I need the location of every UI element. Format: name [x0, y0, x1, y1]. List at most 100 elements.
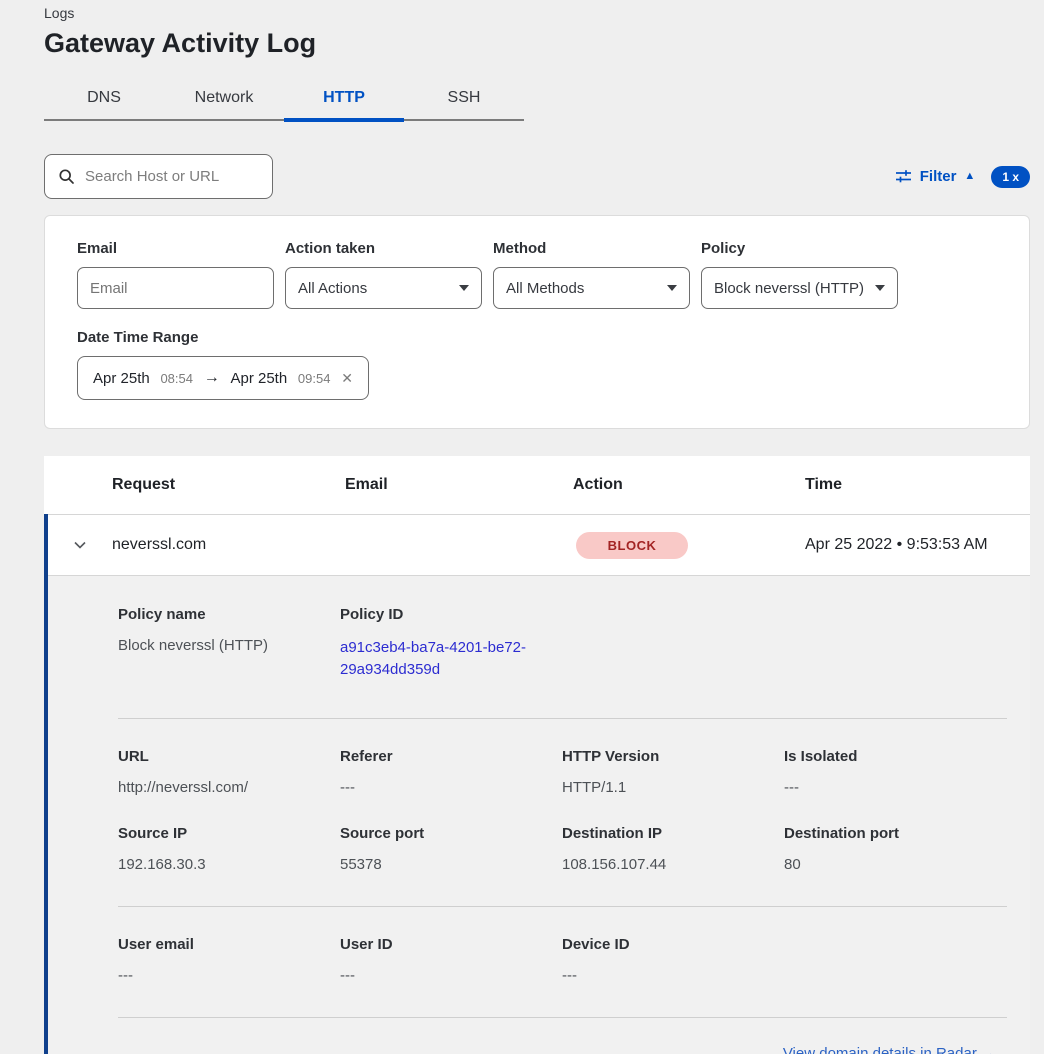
user-id-value: ---	[340, 967, 562, 984]
policy-id-label: Policy ID	[340, 606, 562, 623]
filter-panel: Email Action taken All Actions Method Al…	[44, 215, 1030, 429]
policy-name-field: Policy name Block neverssl (HTTP)	[118, 606, 340, 681]
search-box[interactable]	[44, 154, 273, 199]
http-version-label: HTTP Version	[562, 748, 784, 765]
start-time: 08:54	[160, 371, 193, 386]
http-fields-row: URL http://neverssl.com/ Referer --- HTT…	[118, 719, 1007, 796]
destination-ip-label: Destination IP	[562, 825, 784, 842]
filter-field-email: Email	[77, 240, 274, 309]
http-version-value: HTTP/1.1	[562, 779, 784, 796]
referer-label: Referer	[340, 748, 562, 765]
page-content: Logs Gateway Activity Log DNS Network HT…	[0, 0, 1044, 1054]
tab-http[interactable]: HTTP	[284, 79, 404, 119]
chevron-down-icon	[72, 537, 88, 553]
tab-bar: DNS Network HTTP SSH	[44, 79, 524, 121]
arrow-right-icon: →	[204, 369, 220, 387]
breadcrumb[interactable]: Logs	[44, 0, 1030, 21]
policy-name-label: Policy name	[118, 606, 340, 623]
filter-field-action: Action taken All Actions	[285, 240, 482, 309]
source-port-value: 55378	[340, 856, 562, 873]
url-value: http://neverssl.com/	[118, 779, 340, 796]
search-icon	[58, 168, 75, 185]
email-filter-input[interactable]	[77, 267, 274, 309]
date-range-picker[interactable]: Apr 25th 08:54 → Apr 25th 09:54 ✕	[77, 356, 369, 400]
policy-section: Policy name Block neverssl (HTTP) Policy…	[118, 576, 1007, 718]
activity-log-table: Request Email Action Time neverssl.com B…	[44, 456, 1030, 1054]
network-fields-row: Source IP 192.168.30.3 Source port 55378…	[118, 796, 1007, 906]
tab-dns[interactable]: DNS	[44, 79, 164, 119]
action-filter-value: All Actions	[298, 280, 367, 297]
is-isolated-field: Is Isolated ---	[784, 748, 1006, 796]
destination-port-value: 80	[784, 856, 1006, 873]
end-time: 09:54	[298, 371, 331, 386]
is-isolated-value: ---	[784, 779, 1006, 796]
radar-link[interactable]: View domain details in Radar →	[783, 1045, 996, 1054]
date-range-label: Date Time Range	[77, 329, 999, 346]
policy-filter-label: Policy	[701, 240, 898, 257]
destination-port-label: Destination port	[784, 825, 1006, 842]
action-filter-label: Action taken	[285, 240, 482, 257]
method-filter-value: All Methods	[506, 280, 584, 297]
policy-filter-value: Block neverssl (HTTP)	[714, 280, 864, 297]
row-action-cell: BLOCK	[573, 532, 805, 559]
destination-ip-field: Destination IP 108.156.107.44	[562, 825, 784, 873]
row-details-panel: Policy name Block neverssl (HTTP) Policy…	[48, 575, 1030, 1054]
end-date: Apr 25th	[230, 370, 287, 387]
device-id-field: Device ID ---	[562, 936, 784, 984]
policy-id-field: Policy ID a91c3eb4-ba7a-4201-be72-29a934…	[340, 606, 562, 681]
source-port-field: Source port 55378	[340, 825, 562, 873]
column-header-email: Email	[345, 476, 573, 494]
source-port-label: Source port	[340, 825, 562, 842]
filter-label: Filter	[920, 168, 957, 185]
status-badge: BLOCK	[576, 532, 688, 559]
email-filter-label: Email	[77, 240, 274, 257]
referer-field: Referer ---	[340, 748, 562, 796]
filter-count-badge[interactable]: 1 x	[991, 166, 1030, 188]
user-id-field: User ID ---	[340, 936, 562, 984]
column-header-request: Request	[112, 476, 345, 494]
page-title: Gateway Activity Log	[44, 28, 1030, 59]
user-fields-row: User email --- User ID --- Device ID ---	[118, 907, 1007, 1017]
filter-field-policy: Policy Block neverssl (HTTP)	[701, 240, 898, 309]
policy-filter-select[interactable]: Block neverssl (HTTP)	[701, 267, 898, 309]
caret-down-icon	[667, 285, 677, 291]
policy-id-link[interactable]: a91c3eb4-ba7a-4201-be72-29a934dd359d	[340, 637, 540, 681]
filter-fields-row: Email Action taken All Actions Method Al…	[77, 240, 999, 309]
device-id-value: ---	[562, 967, 784, 984]
column-header-action: Action	[573, 476, 805, 494]
tab-ssh[interactable]: SSH	[404, 79, 524, 119]
table-row[interactable]: neverssl.com BLOCK Apr 25 2022 • 9:53:53…	[48, 514, 1030, 575]
user-email-value: ---	[118, 967, 340, 984]
row-expand-toggle[interactable]	[48, 537, 112, 553]
radar-link-row: View domain details in Radar →	[118, 1018, 1007, 1054]
is-isolated-label: Is Isolated	[784, 748, 1006, 765]
http-version-field: HTTP Version HTTP/1.1	[562, 748, 784, 796]
device-id-label: Device ID	[562, 936, 784, 953]
search-filter-row: Filter ▲ 1 x	[44, 154, 1030, 199]
caret-up-icon: ▲	[964, 171, 975, 182]
method-filter-select[interactable]: All Methods	[493, 267, 690, 309]
close-icon[interactable]: ✕	[341, 370, 353, 387]
filter-field-method: Method All Methods	[493, 240, 690, 309]
referer-value: ---	[340, 779, 562, 796]
action-filter-select[interactable]: All Actions	[285, 267, 482, 309]
expanded-row-group: neverssl.com BLOCK Apr 25 2022 • 9:53:53…	[44, 514, 1030, 1054]
tab-network[interactable]: Network	[164, 79, 284, 119]
url-field: URL http://neverssl.com/	[118, 748, 340, 796]
method-filter-label: Method	[493, 240, 690, 257]
filter-icon	[895, 168, 912, 185]
search-input[interactable]	[85, 168, 259, 185]
start-date: Apr 25th	[93, 370, 150, 387]
caret-down-icon	[459, 285, 469, 291]
user-email-label: User email	[118, 936, 340, 953]
caret-down-icon	[875, 285, 885, 291]
row-request: neverssl.com	[112, 536, 345, 554]
table-header: Request Email Action Time	[44, 456, 1030, 514]
source-ip-label: Source IP	[118, 825, 340, 842]
destination-port-field: Destination port 80	[784, 825, 1006, 873]
column-header-time: Time	[805, 476, 1030, 494]
row-time: Apr 25 2022 • 9:53:53 AM	[805, 536, 1030, 554]
source-ip-field: Source IP 192.168.30.3	[118, 825, 340, 873]
filter-toggle[interactable]: Filter ▲ 1 x	[895, 166, 1030, 188]
filter-field-date-range: Date Time Range Apr 25th 08:54 → Apr 25t…	[77, 329, 999, 400]
